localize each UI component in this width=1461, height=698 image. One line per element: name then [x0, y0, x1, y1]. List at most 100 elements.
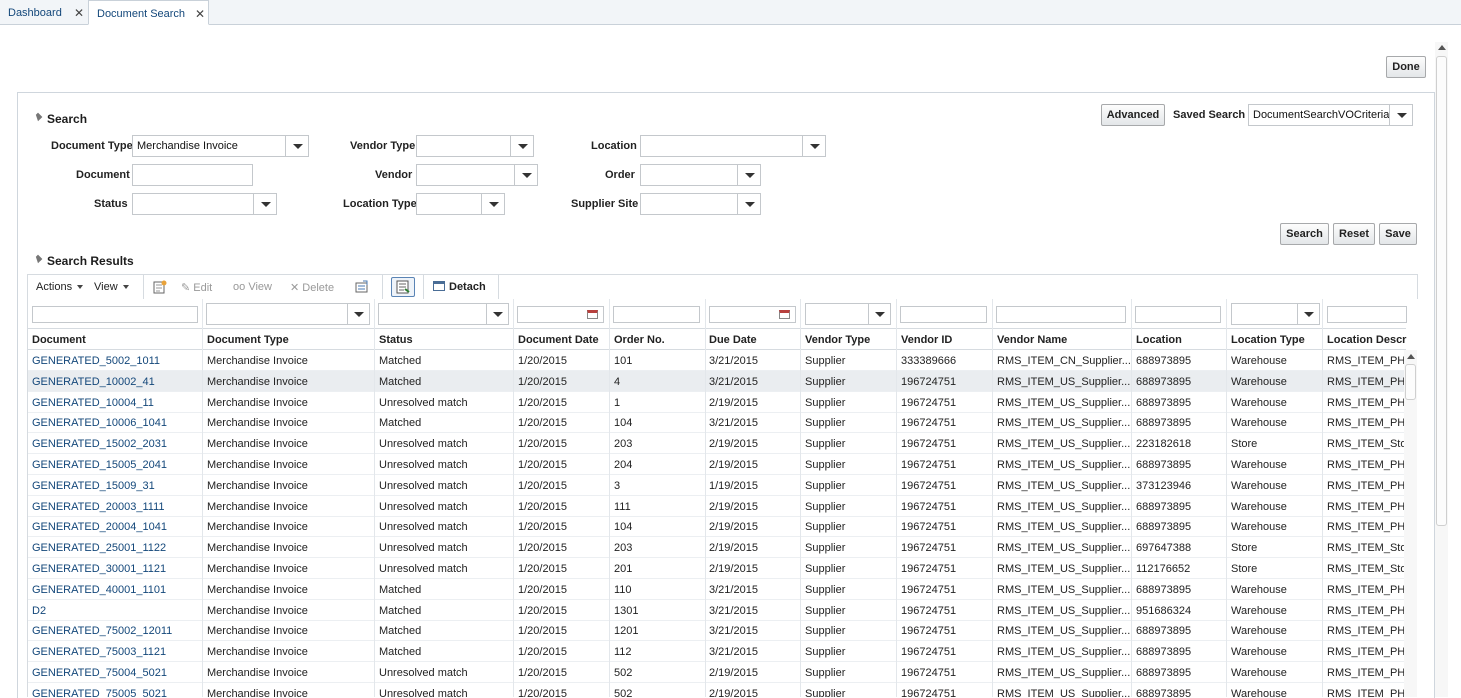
column-divider[interactable]	[513, 299, 514, 697]
document-input[interactable]	[132, 164, 253, 186]
edit-button[interactable]: ✎ Edit	[181, 281, 212, 294]
table-row[interactable]: GENERATED_20004_1041 Merchandise Invoice U…	[28, 516, 1407, 538]
column-divider[interactable]	[1226, 299, 1227, 697]
table-row[interactable]: GENERATED_15002_2031 Merchandise Invoice U…	[28, 433, 1407, 455]
column-header[interactable]: Due Date	[709, 334, 801, 346]
document-type-select[interactable]: Merchandise Invoice	[132, 135, 286, 157]
view-button[interactable]: oo View	[233, 281, 272, 293]
document-link[interactable]: GENERATED_15005_2041	[32, 459, 202, 471]
chevron-down-icon[interactable]	[481, 193, 505, 215]
column-header[interactable]: Document Date	[518, 334, 610, 346]
chevron-down-icon[interactable]	[510, 135, 534, 157]
table-row[interactable]: GENERATED_15009_31 Merchandise Invoice Unr…	[28, 475, 1407, 496]
column-divider[interactable]	[1322, 299, 1323, 697]
create-document-icon[interactable]	[153, 280, 167, 294]
table-row[interactable]: GENERATED_20003_1111 Merchandise Invoice U…	[28, 496, 1407, 517]
done-button[interactable]: Done	[1386, 56, 1426, 78]
column-divider[interactable]	[800, 299, 801, 697]
page-scrollbar[interactable]	[1435, 42, 1448, 697]
column-header[interactable]: Document	[32, 334, 202, 346]
document-link[interactable]: GENERATED_10006_1041	[32, 417, 202, 429]
table-row[interactable]: GENERATED_40001_1101 Merchandise Invoice M…	[28, 579, 1407, 600]
filter-status-select[interactable]	[378, 303, 509, 325]
advanced-button[interactable]: Advanced	[1101, 104, 1165, 126]
document-link[interactable]: GENERATED_75005_5021	[32, 688, 202, 697]
filter-vendor-id-input[interactable]	[900, 306, 987, 323]
chevron-down-icon[interactable]	[253, 193, 277, 215]
column-divider[interactable]	[705, 299, 706, 697]
status-select[interactable]	[132, 193, 254, 215]
close-icon[interactable]: ✕	[195, 7, 205, 21]
document-link[interactable]: D2	[32, 605, 202, 617]
document-link[interactable]: GENERATED_5002_1011	[32, 355, 202, 367]
column-header[interactable]: Order No.	[614, 334, 706, 346]
column-header[interactable]: Vendor Type	[805, 334, 897, 346]
document-link[interactable]: GENERATED_75002_12011	[32, 625, 202, 637]
table-row[interactable]: GENERATED_75004_5021 Merchandise Invoice U…	[28, 662, 1407, 683]
table-row[interactable]: GENERATED_75002_12011 Merchandise Invoice…	[28, 620, 1407, 642]
close-icon[interactable]: ✕	[74, 6, 84, 20]
table-row[interactable]: GENERATED_10004_11 Merchandise Invoice Unr…	[28, 392, 1407, 413]
document-link[interactable]: GENERATED_30001_1121	[32, 563, 202, 575]
filter-location-type-select[interactable]	[1231, 303, 1320, 325]
filter-document-date-input[interactable]	[517, 306, 604, 323]
chevron-down-icon[interactable]	[737, 164, 761, 186]
column-header[interactable]: Document Type	[207, 334, 375, 346]
order-input[interactable]	[640, 164, 738, 186]
table-row[interactable]: GENERATED_15005_2041 Merchandise Invoice U…	[28, 454, 1407, 475]
column-divider[interactable]	[202, 299, 203, 697]
document-link[interactable]: GENERATED_20003_1111	[32, 501, 202, 513]
filter-document-input[interactable]	[32, 306, 198, 323]
column-divider[interactable]	[992, 299, 993, 697]
table-row[interactable]: GENERATED_5002_1011 Merchandise Invoice Ma…	[28, 350, 1407, 371]
table-scrollbar[interactable]	[1404, 350, 1417, 697]
location-type-select[interactable]	[416, 193, 482, 215]
calendar-icon[interactable]	[779, 310, 790, 319]
table-row[interactable]: GENERATED_30001_1121 Merchandise Invoice U…	[28, 558, 1407, 579]
column-divider[interactable]	[609, 299, 610, 697]
calendar-icon[interactable]	[587, 310, 598, 319]
reset-button[interactable]: Reset	[1333, 223, 1375, 245]
column-header[interactable]: Status	[379, 334, 514, 346]
filter-location-input[interactable]	[1135, 306, 1221, 323]
chevron-down-icon[interactable]	[737, 193, 761, 215]
freeze-button[interactable]	[391, 277, 415, 297]
table-row[interactable]: GENERATED_75003_1121 Merchandise Invoice M…	[28, 641, 1407, 663]
filter-order-input[interactable]	[613, 306, 700, 323]
document-link[interactable]: GENERATED_15002_2031	[32, 438, 202, 450]
document-link[interactable]: GENERATED_75004_5021	[32, 667, 202, 679]
column-header[interactable]: Location Descri	[1327, 334, 1407, 346]
vendor-input[interactable]	[416, 164, 515, 186]
filter-location-desc-input[interactable]	[1327, 306, 1407, 323]
table-row[interactable]: D2 Merchandise Invoice Matched 1/20/2015 130…	[28, 600, 1407, 621]
filter-vendor-type-select[interactable]	[805, 303, 891, 325]
search-button[interactable]: Search	[1280, 223, 1329, 245]
column-header[interactable]: Location	[1136, 334, 1228, 346]
table-row[interactable]: GENERATED_75005_5021 Merchandise Invoice U…	[28, 683, 1407, 697]
saved-search-select[interactable]: DocumentSearchVOCriteria	[1248, 104, 1390, 126]
vendor-type-select[interactable]	[416, 135, 511, 157]
filter-document-type-select[interactable]	[206, 303, 370, 325]
table-row[interactable]: GENERATED_10002_41 Merchandise Invoice Mat…	[28, 370, 1407, 392]
table-row[interactable]: GENERATED_10006_1041 Merchandise Invoice M…	[28, 412, 1407, 434]
column-header[interactable]: Vendor Name	[997, 334, 1132, 346]
document-link[interactable]: GENERATED_40001_1101	[32, 584, 202, 596]
location-select[interactable]	[640, 135, 803, 157]
document-link[interactable]: GENERATED_20004_1041	[32, 521, 202, 533]
chevron-down-icon[interactable]	[1389, 104, 1413, 126]
filter-vendor-name-input[interactable]	[996, 306, 1126, 323]
chevron-down-icon[interactable]	[514, 164, 538, 186]
table-row[interactable]: GENERATED_25001_1122 Merchandise Invoice U…	[28, 537, 1407, 559]
document-link[interactable]: GENERATED_10002_41	[32, 376, 202, 388]
document-link[interactable]: GENERATED_75003_1121	[32, 646, 202, 658]
tab-document-search[interactable]: Document Search ✕	[88, 0, 209, 25]
document-link[interactable]: GENERATED_10004_11	[32, 397, 202, 409]
supplier-site-input[interactable]	[640, 193, 738, 215]
export-icon[interactable]	[355, 280, 369, 294]
detach-button[interactable]: Detach	[433, 281, 486, 293]
view-menu[interactable]: View	[94, 281, 129, 293]
document-link[interactable]: GENERATED_25001_1122	[32, 542, 202, 554]
filter-due-date-input[interactable]	[709, 306, 796, 323]
chevron-down-icon[interactable]	[285, 135, 309, 157]
chevron-down-icon[interactable]	[802, 135, 826, 157]
